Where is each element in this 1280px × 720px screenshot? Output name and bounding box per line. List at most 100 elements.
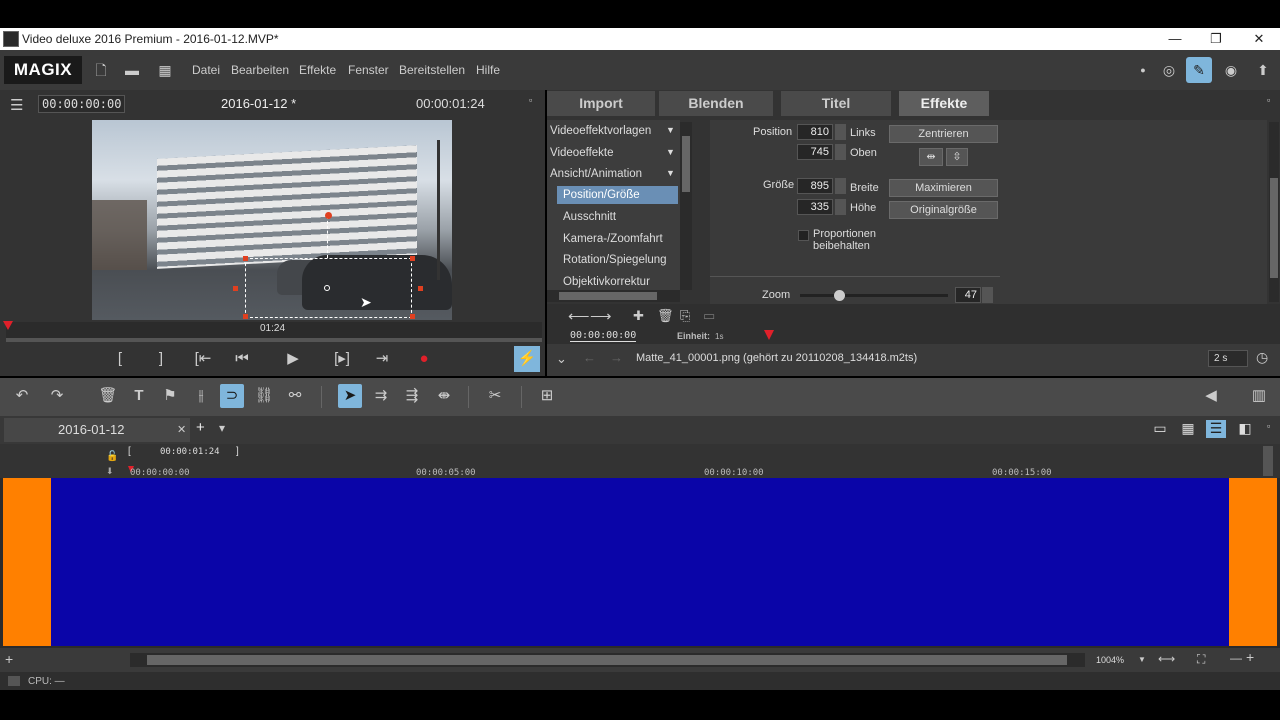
add-tab-button[interactable]: + (196, 419, 205, 436)
dot-icon[interactable]: ● (1130, 57, 1156, 83)
ruler-scrollbar[interactable] (1263, 446, 1273, 476)
next-marker-button[interactable]: [▸] (329, 348, 355, 370)
tab-effekte[interactable]: Effekte (899, 91, 989, 116)
rotation-handle[interactable] (325, 212, 332, 219)
clock-icon[interactable]: ◷ (1256, 349, 1268, 366)
lock-icon[interactable]: 🔓 (106, 451, 118, 462)
paste-keyframe-icon[interactable]: ▭ (703, 308, 715, 324)
zoom-dropdown-icon[interactable]: ▼ (1138, 655, 1146, 664)
mark-out-button[interactable]: ] (150, 348, 172, 370)
zoom-slider-thumb[interactable] (834, 290, 845, 301)
scene-view-icon[interactable]: ◧ (1236, 420, 1254, 438)
volume-icon[interactable]: ◀ (1199, 384, 1223, 408)
size-height-field[interactable]: 335 (797, 199, 833, 215)
range-start[interactable]: [ (128, 446, 131, 457)
zoom-percent[interactable]: 1004% (1096, 655, 1124, 665)
effects-tree-hscrollbar[interactable] (547, 290, 680, 302)
size-height-spinner[interactable] (835, 199, 846, 215)
multi-track-tool-icon[interactable]: ⇶ (400, 384, 424, 408)
single-view-icon[interactable]: ▭ (1151, 420, 1169, 438)
maximize-button[interactable]: Maximieren (889, 179, 998, 197)
next-button[interactable]: ⇥ (371, 348, 393, 370)
redo-icon[interactable]: ↷ (45, 384, 69, 408)
keyframe-playhead[interactable] (764, 330, 774, 340)
add-keyframe-icon[interactable]: ✚ (633, 308, 644, 324)
category-ansicht-animation[interactable]: Ansicht/Animation (550, 168, 642, 180)
stretch-tool-icon[interactable]: ⇼ (432, 384, 456, 408)
resize-handle-tr[interactable] (410, 256, 415, 261)
fit-screen-icon[interactable]: ⛶ (1197, 652, 1205, 667)
zoom-out-button[interactable]: — (1230, 651, 1242, 665)
position-x-spinner[interactable] (835, 124, 846, 140)
app-icon[interactable] (3, 31, 19, 47)
range-end[interactable]: ] (236, 446, 239, 457)
split-icon[interactable]: ⫲ (189, 384, 213, 408)
category-videoeffektvorlagen[interactable]: Videoeffektvorlagen (550, 125, 651, 137)
add-track-button[interactable]: + (5, 651, 13, 667)
cut-scissors-icon[interactable]: ✂ (483, 384, 507, 408)
cleaning-tool-icon[interactable]: ✎ (1186, 57, 1212, 83)
clip-right-edge[interactable] (1229, 478, 1277, 646)
copy-keyframe-icon[interactable]: ⎘ (680, 308, 690, 324)
tab-blenden[interactable]: Blenden (659, 91, 773, 116)
save-icon[interactable]: ▦ (156, 61, 174, 79)
subitem-rotation-spiegelung[interactable]: Rotation/Spiegelung (563, 254, 667, 266)
zoom-spinner[interactable] (982, 287, 993, 303)
subitem-kamera-zoomfahrt[interactable]: Kamera-/Zoomfahrt (563, 233, 663, 245)
prev-marker-button[interactable]: [⇤ (190, 348, 216, 370)
size-width-spinner[interactable] (835, 178, 846, 194)
mixer-icon[interactable]: ▥ (1247, 384, 1271, 408)
maximize-mediapool-icon[interactable]: ▫ (1267, 95, 1270, 105)
menu-bereitstellen[interactable]: Bereitstellen (399, 63, 465, 77)
redo-arrow-icon[interactable]: ⟶ (590, 307, 612, 325)
position-y-field[interactable]: 745 (797, 144, 833, 160)
resize-handle-bl[interactable] (243, 314, 248, 319)
new-file-icon[interactable]: 🗋 (92, 61, 110, 79)
upload-icon[interactable]: ⬆ (1250, 57, 1276, 83)
collapse-chevrons-icon[interactable]: ⌄ (556, 351, 567, 367)
back-arrow-icon[interactable]: ← (583, 350, 596, 365)
minimize-button[interactable]: — (1160, 30, 1190, 48)
play-button[interactable]: ▶ (282, 348, 304, 370)
timeline-scrollbar[interactable] (130, 653, 1085, 667)
timeline-view-icon[interactable]: ☰ (1206, 420, 1226, 438)
position-y-spinner[interactable] (835, 144, 846, 160)
pointer-tool-icon[interactable]: ➤ (338, 384, 362, 408)
delete-keyframe-icon[interactable]: 🗑 (657, 308, 674, 324)
menu-fenster[interactable]: Fenster (348, 63, 389, 77)
resize-handle-right[interactable] (418, 286, 423, 291)
settings-scrollbar[interactable] (1269, 122, 1279, 302)
category-videoeffekte[interactable]: Videoeffekte (550, 147, 614, 159)
record-button[interactable]: ● (413, 348, 435, 370)
position-x-field[interactable]: 810 (797, 124, 833, 140)
zoom-slider-track[interactable] (800, 294, 948, 297)
center-button[interactable]: Zentrieren (889, 125, 998, 143)
forward-arrow-icon[interactable]: → (610, 350, 623, 365)
insert-icon[interactable]: ⊞ (535, 384, 559, 408)
undo-icon[interactable]: ↶ (10, 384, 34, 408)
preview-scrollbar[interactable] (6, 338, 542, 342)
trash-icon[interactable]: 🗑 (96, 384, 120, 408)
subitem-objektivkorrektur[interactable]: Objektivkorrektur (563, 276, 650, 288)
keyframe-timecode[interactable]: 00:00:00:00 (570, 330, 637, 342)
track-arrow-icon[interactable]: ⬇ (106, 466, 114, 477)
menu-effekte[interactable]: Effekte (299, 63, 336, 77)
ripple-tool-icon[interactable]: ⇉ (369, 384, 393, 408)
effects-tree-scrollbar[interactable] (680, 122, 692, 290)
menu-hilfe[interactable]: Hilfe (476, 63, 500, 77)
resize-handle-tl[interactable] (243, 256, 248, 261)
matte-clip[interactable] (51, 478, 1229, 646)
close-button[interactable]: ✕ (1244, 30, 1274, 48)
playhead-marker[interactable] (3, 321, 13, 330)
keep-proportions-checkbox[interactable] (798, 230, 809, 241)
resize-handle-left[interactable] (233, 286, 238, 291)
original-size-button[interactable]: Originalgröße (889, 201, 998, 219)
tab-dropdown-icon[interactable]: ▾ (219, 421, 225, 435)
subitem-ausschnitt[interactable]: Ausschnitt (563, 211, 616, 223)
chevron-down-icon[interactable]: ▼ (666, 168, 675, 178)
close-tab-icon[interactable]: ✕ (177, 423, 186, 436)
link-icon[interactable]: ⛓ (252, 384, 276, 408)
center-horizontal-icon[interactable]: ⇹ (919, 148, 943, 166)
mark-in-button[interactable]: [ (109, 348, 131, 370)
chevron-down-icon[interactable]: ▼ (666, 125, 675, 135)
